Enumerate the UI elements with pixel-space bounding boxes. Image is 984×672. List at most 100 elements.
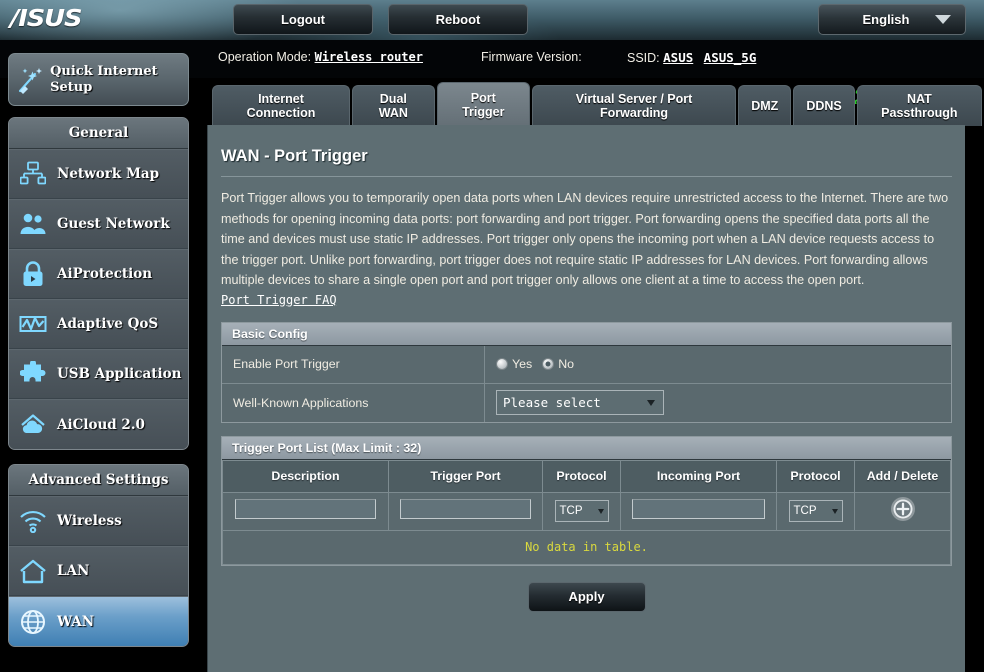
firmware-version: Firmware Version:	[481, 50, 582, 64]
sidebar-item-label: AiProtection	[57, 266, 153, 282]
language-label: English	[862, 12, 910, 27]
tab-virtual-server-port-forwarding[interactable]: Virtual Server / Port Forwarding	[531, 85, 737, 126]
reboot-button[interactable]: Reboot	[388, 4, 528, 35]
col-trigger-protocol: Protocol	[542, 459, 621, 493]
enable-port-trigger-controls: Yes No	[485, 346, 951, 383]
sidebar-item-label: Adaptive QoS	[57, 316, 159, 332]
quick-internet-setup-label: Quick Internet Setup	[50, 63, 158, 95]
ssid-label: SSID:	[627, 51, 660, 65]
nav-group-advanced-title: Advanced Settings	[9, 465, 188, 496]
sidebar-item-label: WAN	[57, 613, 95, 630]
magic-wand-icon	[9, 65, 50, 95]
tab-label: Internet Connection	[246, 92, 316, 120]
nav-group-general-title: General	[9, 118, 188, 149]
logout-button[interactable]: Logout	[233, 4, 373, 35]
sidebar-item-label: USB Application	[57, 366, 182, 382]
tab-label: Dual WAN	[378, 92, 408, 120]
sidebar-item-adaptive-qos[interactable]: Adaptive QoS	[9, 299, 188, 349]
router-admin-page: /ISUS Logout Reboot English Operation Mo…	[0, 0, 984, 672]
cell-add-delete	[854, 491, 951, 531]
tab-label: Virtual Server / Port Forwarding	[575, 92, 693, 120]
apply-button[interactable]: Apply	[527, 581, 646, 612]
chevron-down-icon	[597, 508, 604, 514]
lock-shield-icon	[9, 260, 57, 288]
wifi-icon	[9, 509, 57, 533]
cell-trigger-protocol: TCP	[542, 491, 621, 531]
sidebar-item-wan[interactable]: WAN	[9, 596, 188, 646]
trigger-port-list-header: Trigger Port List (Max Limit : 32)	[222, 436, 951, 460]
well-known-applications-row: Well-Known Applications Please select	[222, 383, 951, 422]
trigger-port-table: Description Trigger Port Protocol Incomi…	[222, 459, 951, 531]
sidebar-item-usb-application[interactable]: USB Application	[9, 349, 188, 399]
tab-label: DDNS	[806, 99, 842, 113]
main-panel: WAN - Port Trigger Port Trigger allows y…	[207, 125, 965, 672]
tab-ddns[interactable]: DDNS	[793, 85, 855, 126]
operation-mode-label: Operation Mode:	[218, 50, 312, 64]
trigger-protocol-select[interactable]: TCP	[554, 500, 609, 522]
puzzle-piece-icon	[9, 361, 57, 387]
sidebar-item-label: AiCloud 2.0	[57, 416, 145, 433]
chevron-down-icon	[935, 15, 951, 24]
col-incoming-port: Incoming Port	[620, 459, 777, 493]
ssid-value-2g[interactable]: ASUS	[663, 50, 693, 65]
col-description: Description	[222, 459, 389, 493]
radio-no-indicator	[542, 358, 555, 370]
port-trigger-faq-link[interactable]: Port Trigger FAQ	[221, 293, 337, 307]
globe-icon	[9, 609, 57, 635]
sidebar-item-lan[interactable]: LAN	[9, 546, 188, 596]
language-selector[interactable]: English	[818, 4, 966, 35]
cloud-home-icon	[9, 412, 57, 437]
chevron-down-icon	[647, 399, 655, 406]
ssid-value-5g[interactable]: ASUS_5G	[704, 50, 757, 65]
page-description: Port Trigger allows you to temporarily o…	[221, 191, 949, 287]
enable-port-trigger-row: Enable Port Trigger Yes No	[222, 345, 951, 384]
cell-description	[222, 491, 389, 531]
tab-port-trigger[interactable]: Port Trigger	[436, 82, 530, 126]
basic-config-section: Basic Config Enable Port Trigger Yes No …	[221, 321, 952, 423]
network-map-icon	[9, 161, 57, 187]
tab-nat-passthrough[interactable]: NAT Passthrough	[856, 85, 982, 126]
table-header-row: Description Trigger Port Protocol Incomi…	[222, 459, 951, 493]
tab-bar: Internet Connection Dual WAN Port Trigge…	[212, 82, 984, 126]
sidebar-item-wireless[interactable]: Wireless	[9, 496, 188, 546]
qos-chart-icon	[9, 312, 57, 336]
sidebar-item-guest-network[interactable]: Guest Network	[9, 199, 188, 249]
tab-label: DMZ	[751, 99, 779, 113]
well-known-applications-controls: Please select	[485, 384, 951, 422]
incoming-port-input[interactable]	[631, 498, 766, 519]
sidebar-item-aiprotection[interactable]: AiProtection	[9, 249, 188, 299]
radio-no-label: No	[558, 357, 575, 371]
trigger-port-list-section: Trigger Port List (Max Limit : 32) Descr…	[221, 435, 952, 566]
col-add-delete: Add / Delete	[854, 459, 951, 493]
well-known-applications-select[interactable]: Please select	[496, 390, 664, 415]
nav-group-advanced: Advanced Settings Wireless LAN WAN	[8, 464, 189, 647]
description-input[interactable]	[234, 498, 377, 519]
tab-dual-wan[interactable]: Dual WAN	[352, 85, 435, 126]
sidebar-item-aicloud[interactable]: AiCloud 2.0	[9, 399, 188, 449]
ssid-info: SSID: ASUS ASUS_5G	[627, 50, 756, 65]
radio-yes[interactable]: Yes	[496, 357, 532, 371]
sidebar-item-network-map[interactable]: Network Map	[9, 149, 188, 199]
table-row-entry: TCP TCP	[222, 491, 951, 531]
cell-trigger-port	[388, 491, 543, 531]
sidebar-item-label: Wireless	[57, 513, 122, 529]
incoming-protocol-select[interactable]: TCP	[788, 500, 843, 522]
radio-no[interactable]: No	[542, 357, 574, 371]
basic-config-header: Basic Config	[222, 322, 951, 346]
quick-internet-setup-button[interactable]: Quick Internet Setup	[8, 53, 189, 106]
sidebar-item-label: LAN	[57, 563, 90, 579]
chevron-down-icon	[831, 508, 838, 514]
page-title: WAN - Port Trigger	[221, 147, 368, 165]
operation-mode-value[interactable]: Wireless router	[315, 50, 423, 64]
tab-dmz[interactable]: DMZ	[738, 85, 792, 126]
guest-network-icon	[9, 211, 57, 237]
active-pointer-arrow	[188, 605, 189, 639]
trigger-port-input[interactable]	[399, 498, 532, 519]
enable-port-trigger-label: Enable Port Trigger	[222, 345, 485, 383]
col-incoming-protocol: Protocol	[776, 459, 855, 493]
tab-internet-connection[interactable]: Internet Connection	[212, 85, 350, 126]
well-known-applications-label: Well-Known Applications	[222, 383, 485, 422]
apply-button-row: Apply	[208, 581, 965, 612]
trigger-protocol-value: TCP	[559, 505, 583, 517]
plus-circle-icon[interactable]	[890, 496, 916, 527]
